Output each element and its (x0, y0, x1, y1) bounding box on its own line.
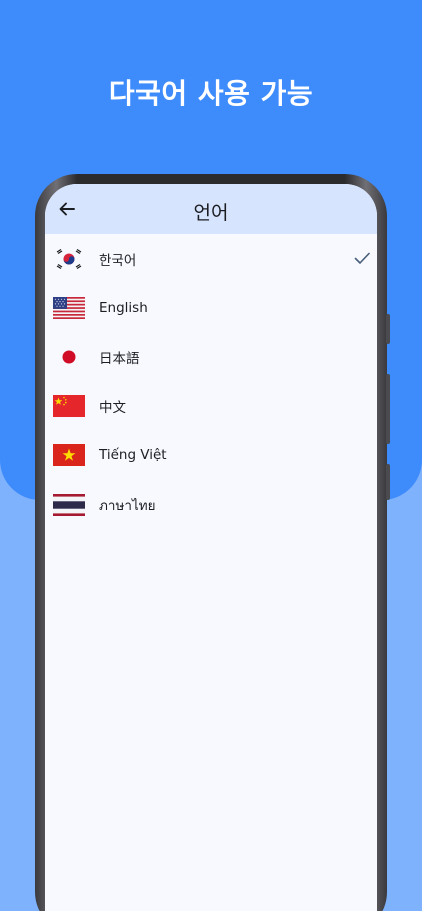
page-title: 언어 (193, 202, 229, 224)
language-label: English (99, 299, 148, 316)
language-item-english[interactable]: English (45, 283, 377, 332)
usa-flag-icon (53, 296, 85, 319)
app-bar: 언어 (45, 184, 377, 234)
thailand-flag-icon (53, 493, 85, 516)
language-label: 中文 (99, 400, 126, 417)
checkmark-icon (354, 252, 370, 264)
phone-power-button (386, 464, 390, 500)
korea-flag-icon (53, 247, 85, 270)
japan-flag-icon (53, 345, 85, 368)
vietnam-flag-icon (53, 444, 85, 467)
language-label: 한국어 (99, 252, 137, 269)
language-item-vietnamese[interactable]: Tiếng Việt (45, 431, 377, 480)
language-list: 한국어 English 日本語 中文 Tiếng Việt ภาษาไทย (45, 234, 377, 529)
language-item-thai[interactable]: ภาษาไทย (45, 480, 377, 529)
language-label: 日本語 (99, 350, 140, 367)
language-label: Tiếng Việt (99, 447, 167, 464)
language-item-japanese[interactable]: 日本語 (45, 332, 377, 381)
phone-frame: 언어 한국어 English 日本語 中文 Tiếng Việt ภาษาไทย (35, 174, 390, 911)
china-flag-icon (53, 395, 85, 418)
phone-volume-button (386, 374, 390, 444)
app-screen: 언어 한국어 English 日本語 中文 Tiếng Việt ภาษาไทย (45, 184, 377, 911)
phone-side-button (386, 314, 390, 344)
language-item-korean[interactable]: 한국어 (45, 234, 377, 283)
headline: 다국어 사용 가능 (108, 77, 314, 110)
language-item-chinese[interactable]: 中文 (45, 382, 377, 431)
language-label: ภาษาไทย (99, 497, 156, 514)
